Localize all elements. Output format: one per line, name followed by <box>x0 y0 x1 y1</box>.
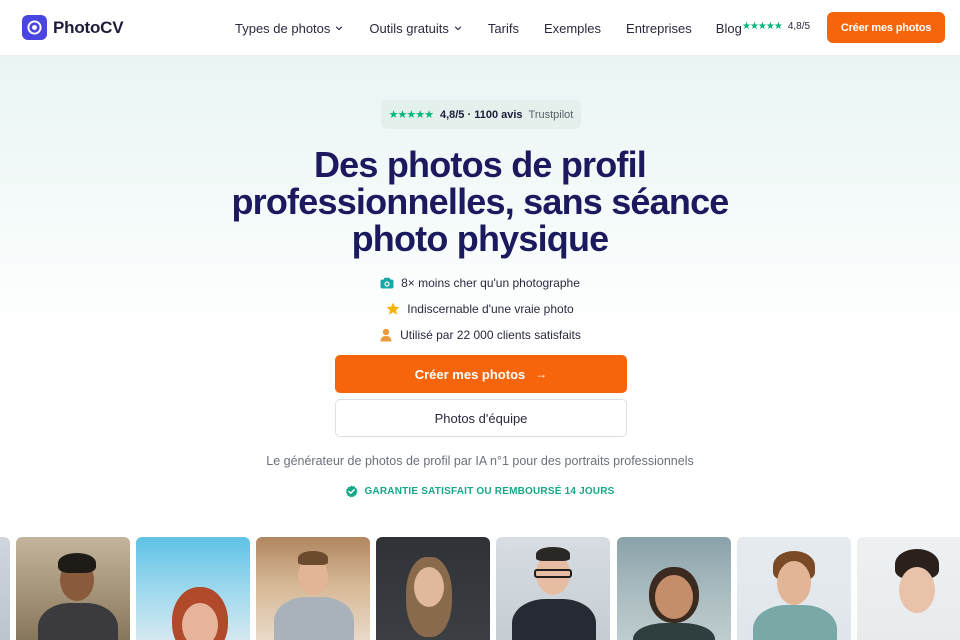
nav-rating: ★★★★★ 4,8/5 <box>742 21 810 32</box>
chevron-down-icon <box>454 26 462 31</box>
list-item: 8× moins cher qu'un photographe <box>0 270 960 296</box>
menu-item-label: Outils gratuits <box>369 20 449 36</box>
menu-item-label: Blog <box>715 20 742 36</box>
menu-item-label: Exemples <box>543 20 602 36</box>
camera-icon <box>380 276 394 290</box>
portrait-photo <box>496 537 610 640</box>
check-badge-icon <box>346 485 358 498</box>
portrait-photo <box>376 537 490 640</box>
menu-item-exemples[interactable]: Exemples <box>544 21 601 36</box>
portrait-photo <box>737 537 851 640</box>
brand-logo[interactable]: PhotoCV <box>22 15 124 40</box>
rating-value: 4,8/5 <box>787 21 811 32</box>
rating-stars-icon: ★★★★★ <box>742 21 783 32</box>
feature-text: Indiscernable d'une vraie photo <box>407 302 574 316</box>
guarantee-text: GARANTIE SATISFAIT OU REMBOURSÉ 14 JOURS <box>364 486 615 497</box>
trustpilot-name: Trustpilot <box>528 108 574 121</box>
create-photos-button[interactable]: Créer mes photos → <box>335 355 627 393</box>
arrow-right-icon: → <box>535 367 548 381</box>
logo-icon <box>22 15 47 40</box>
list-item: Utilisé par 22 000 clients satisfaits <box>0 322 960 348</box>
menu-item-types-de-photos[interactable]: Types de photos <box>235 21 343 36</box>
menu-item-entreprises[interactable]: Entreprises <box>626 21 692 36</box>
top-navigation: PhotoCV Types de photos Outils gratuits … <box>0 0 960 56</box>
star-icon <box>386 302 400 316</box>
hero-subtitle: Le générateur de photos de profil par IA… <box>266 454 694 468</box>
portrait-photo <box>256 537 370 640</box>
portrait-photo <box>16 537 130 640</box>
portrait-photo <box>136 537 250 640</box>
create-photos-nav-button[interactable]: Créer mes photos <box>827 12 945 43</box>
portrait-photo <box>0 537 10 640</box>
trustpilot-score: 4,8/5 · 1100 avis <box>439 108 523 121</box>
team-photos-button[interactable]: Photos d'équipe <box>335 399 627 437</box>
trustpilot-badge[interactable]: ★★★★★ 4,8/5 · 1100 avis Trustpilot <box>381 100 581 129</box>
portrait-photo <box>617 537 731 640</box>
menu-item-label: Types de photos <box>235 20 331 36</box>
main-menu: Types de photos Outils gratuits Tarifs E… <box>235 0 742 56</box>
feature-text: Utilisé par 22 000 clients satisfaits <box>400 328 581 342</box>
person-icon <box>379 328 393 342</box>
feature-text: 8× moins cher qu'un photographe <box>401 276 580 290</box>
portrait-gallery <box>0 537 960 640</box>
menu-item-label: Tarifs <box>487 20 519 36</box>
menu-item-label: Entreprises <box>626 20 692 36</box>
brand-name: PhotoCV <box>53 17 124 37</box>
list-item: Indiscernable d'une vraie photo <box>0 296 960 322</box>
feature-list: 8× moins cher qu'un photographe Indiscer… <box>0 270 960 348</box>
menu-item-outils-gratuits[interactable]: Outils gratuits <box>369 20 462 36</box>
trustpilot-stars-icon: ★★★★★ <box>388 109 434 121</box>
menu-item-tarifs[interactable]: Tarifs <box>488 21 519 36</box>
guarantee-badge: GARANTIE SATISFAIT OU REMBOURSÉ 14 JOURS <box>0 485 960 498</box>
page-title: Des photos de profil professionnelles, s… <box>231 144 729 259</box>
menu-item-blog[interactable]: Blog <box>716 21 742 36</box>
chevron-down-icon <box>336 26 343 31</box>
create-photos-label: Créer mes photos <box>414 366 526 382</box>
portrait-photo <box>857 537 960 640</box>
